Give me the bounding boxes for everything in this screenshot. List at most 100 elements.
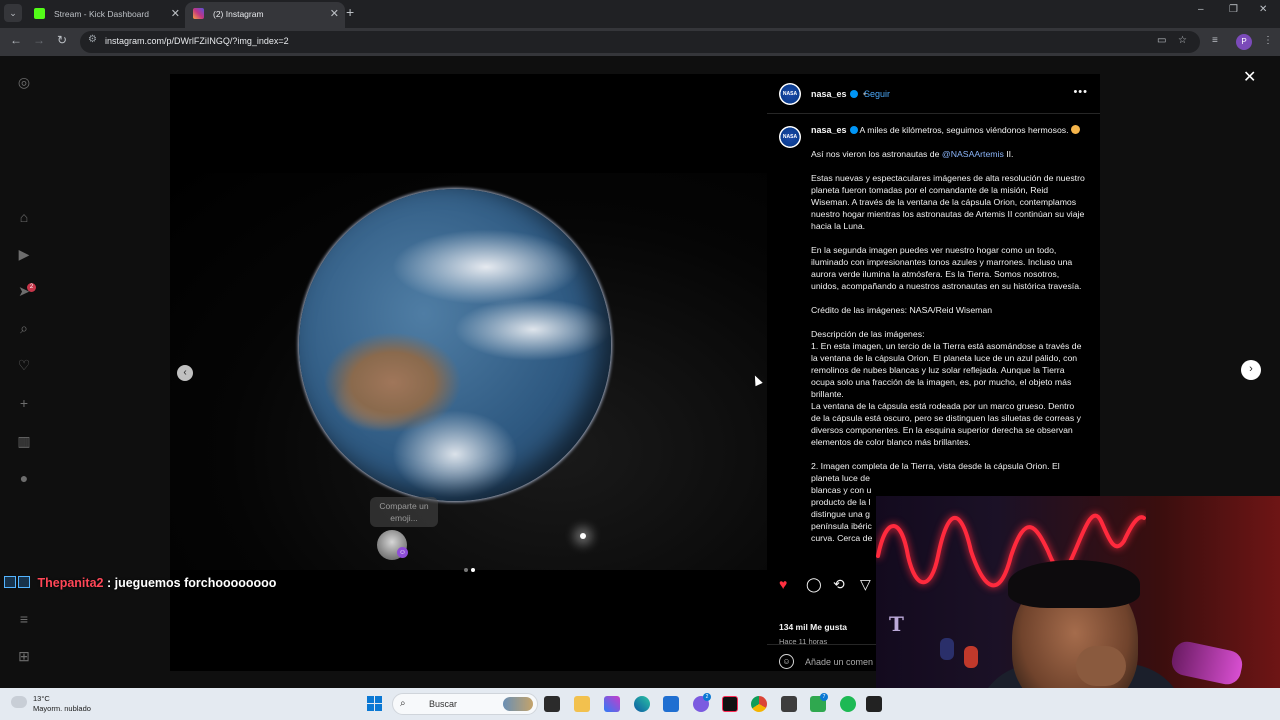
search-highlight-image (503, 697, 533, 711)
create-icon[interactable]: + (15, 394, 33, 412)
copilot-icon[interactable] (604, 696, 620, 712)
file-explorer-icon[interactable] (574, 696, 590, 712)
forward-arrow-icon[interactable]: → (33, 33, 45, 47)
caption-p5-body: 1. En esta imagen, un tercio de la Tierr… (811, 341, 1082, 399)
caption-p5-body2: La ventana de la cápsula está rodeada po… (811, 401, 1081, 447)
tab-title: Stream - Kick Dashboard (54, 9, 149, 19)
search-placeholder: Buscar (429, 699, 458, 709)
reels-icon[interactable]: ▶ (15, 245, 33, 263)
wall-letter-decoration: T (889, 612, 904, 636)
back-arrow-icon[interactable]: ← (10, 33, 22, 47)
address-bar[interactable]: ⚙ instagram.com/p/DWrlFZiINGQ/?img_index… (80, 31, 1200, 53)
windows-taskbar: 13°C Mayorm. nublado ⌕ Buscar 2 7 (0, 688, 1280, 720)
emoji-badge-icon: ☺ (397, 547, 408, 558)
shelf-decoration (964, 646, 978, 668)
sun-glint (580, 533, 586, 539)
tab-kick-dashboard[interactable]: Stream - Kick Dashboard ✕ (26, 2, 186, 28)
tab-close-icon[interactable]: ✕ (171, 2, 180, 26)
stream-chat-message: Thepanita2 : jueguemos forchoooooooo (4, 576, 276, 598)
task-view-icon[interactable] (544, 696, 560, 712)
repost-icon[interactable]: ⟲ (833, 576, 845, 593)
close-window-button[interactable]: ✕ (1259, 4, 1267, 15)
search-icon: ⌕ (400, 698, 406, 709)
smile-emoji-icon (1070, 125, 1080, 134)
nasa-avatar[interactable]: NASA (779, 83, 801, 105)
username-text[interactable]: nasa_es (811, 125, 847, 135)
more-options-icon[interactable]: ••• (1073, 86, 1088, 98)
bookmark-star-icon[interactable]: ☆ (1178, 35, 1187, 46)
caption-username[interactable]: nasa_es (811, 125, 858, 135)
carousel-dot (464, 568, 468, 572)
reload-icon[interactable]: ↻ (57, 33, 67, 47)
streamer-hand (1076, 646, 1126, 686)
caption-p6: 2. Imagen completa de la Tierra, vista d… (811, 461, 1060, 483)
obs-icon[interactable] (781, 696, 797, 712)
instagram-favicon-icon (193, 8, 204, 19)
profile-icon[interactable]: ● (15, 469, 33, 487)
comment-input[interactable]: Añade un comen (805, 657, 873, 667)
share-icon[interactable]: ▽ (860, 576, 871, 593)
taskbar-search[interactable]: ⌕ Buscar (392, 693, 538, 715)
weather-widget[interactable]: 13°C Mayorm. nublado (33, 694, 91, 714)
kebab-menu-icon[interactable]: ⋮ (1263, 35, 1273, 46)
weather-desc: Mayorm. nublado (33, 704, 91, 713)
username-text[interactable]: nasa_es (811, 89, 847, 99)
app-badge: 7 (820, 693, 828, 701)
install-app-icon[interactable]: ▭ (1157, 35, 1166, 46)
close-post-icon[interactable]: ✕ (1243, 67, 1256, 87)
caption-p3: En la segunda imagen puedes ver nuestro … (811, 245, 1082, 291)
instagram-page: ◎ ⌂ ▶ ➤ 2 ⌕ ♡ + ▥ ● ≡ ⊞ ‹ Comparte un em… (0, 56, 1280, 688)
chrome-icon[interactable] (751, 696, 767, 712)
next-post-button[interactable]: › (1241, 360, 1261, 380)
spotify-icon[interactable] (840, 696, 856, 712)
search-icon[interactable]: ⌕ (15, 319, 33, 337)
tab-search-chevron-icon[interactable]: ⌄ (4, 4, 22, 22)
profile-avatar[interactable]: P (1236, 34, 1252, 50)
notification-badge: 2 (27, 283, 36, 292)
url-text[interactable]: instagram.com/p/DWrlFZiINGQ/?img_index=2 (105, 36, 289, 46)
home-icon[interactable]: ⌂ (15, 208, 33, 226)
carousel-dot-active (471, 568, 475, 572)
site-info-icon[interactable]: ⚙ (88, 34, 97, 45)
tab-title: (2) Instagram (213, 9, 264, 19)
app-badge: 2 (703, 693, 711, 701)
post-username[interactable]: nasa_es • (811, 89, 866, 99)
app-icon[interactable] (866, 696, 882, 712)
caption-avatar[interactable]: NASA (779, 126, 801, 148)
follow-button[interactable]: Seguir (864, 89, 890, 99)
like-count[interactable]: 134 mil Me gusta (779, 622, 847, 632)
microphone (1169, 639, 1245, 687)
minimize-button[interactable]: – (1198, 4, 1204, 15)
reading-list-icon[interactable]: ≡ (1212, 35, 1218, 46)
more-icon[interactable]: ⊞ (15, 647, 33, 665)
browser-toolbar: ← → ↻ ⚙ instagram.com/p/DWrlFZiINGQ/?img… (0, 28, 1280, 56)
comment-emoji-icon[interactable]: ☺ (779, 654, 794, 669)
cloud-weather-icon[interactable] (11, 696, 27, 708)
instagram-icon[interactable]: ◎ (15, 73, 33, 91)
carousel-dots (464, 559, 478, 577)
caption-mention-link[interactable]: @NASAArtemis (942, 149, 1004, 159)
new-tab-button[interactable]: + (346, 4, 354, 20)
comment-icon[interactable]: ◯ (806, 576, 822, 593)
store-icon[interactable] (663, 696, 679, 712)
shelf-decoration (940, 638, 954, 660)
tab-close-icon[interactable]: ✕ (330, 2, 339, 26)
like-heart-icon[interactable]: ♥ (779, 576, 787, 592)
media-prev-button[interactable]: ‹ (177, 365, 193, 381)
heart-icon[interactable]: ♡ (15, 356, 33, 374)
caption-p2: Estas nuevas y espectaculares imágenes d… (811, 173, 1085, 231)
windows-start-icon[interactable] (367, 696, 383, 712)
caption-p1-post: II. (1006, 149, 1014, 159)
earth-globe (299, 189, 611, 501)
verified-badge-icon (849, 90, 858, 98)
tab-instagram[interactable]: (2) Instagram ✕ (185, 2, 345, 28)
kick-favicon-icon (34, 8, 45, 19)
dashboard-icon[interactable]: ▥ (15, 432, 33, 450)
edge-icon[interactable] (634, 696, 650, 712)
browser-tab-bar: ⌄ Stream - Kick Dashboard ✕ (2) Instagra… (0, 0, 1280, 28)
webcam-overlay: T (876, 496, 1280, 688)
menu-icon[interactable]: ≡ (15, 610, 33, 628)
tiktok-icon[interactable] (722, 696, 738, 712)
streamer-hair (1008, 560, 1140, 608)
restore-button[interactable]: ❐ (1229, 4, 1238, 15)
